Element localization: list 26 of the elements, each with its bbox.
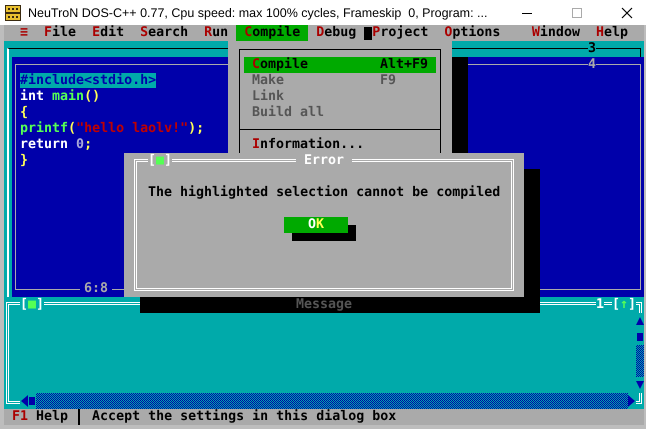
menu-item[interactable]: Debug — [316, 25, 356, 41]
code-line: { — [20, 105, 28, 120]
menu-item[interactable]: File — [44, 25, 76, 41]
close-icon[interactable] — [621, 6, 633, 18]
menu-item[interactable]: Search — [140, 25, 188, 41]
menu-item[interactable]: Help — [596, 25, 628, 41]
code-line: return 0; — [20, 137, 92, 152]
menu-item[interactable]: Project — [372, 25, 428, 41]
menu-item[interactable]: Edit — [92, 25, 124, 41]
status-hint: Accept the settings in this dialog box — [78, 409, 396, 425]
code-line: int main() — [20, 89, 100, 104]
menu-item[interactable]: Information... — [244, 137, 436, 153]
window-title: NeuTroN DOS-C++ 0.77, Cpu speed: max 100% cycles, Frameskip 0, Program: ... — [28, 6, 488, 20]
shortcut-label[interactable]: Help — [36, 409, 68, 425]
menu-item[interactable]: Compile — [236, 25, 308, 41]
scroll-left-arrow-icon[interactable] — [20, 393, 28, 409]
app-icon — [5, 4, 21, 20]
menu-item[interactable]: Run — [204, 25, 228, 41]
cursor-block — [364, 27, 372, 40]
dialog-message: The highlighted selection cannot be compiled — [148, 185, 500, 201]
code-line: printf("hello laolv!"); — [20, 121, 204, 136]
code-line: } — [20, 153, 28, 168]
scroll-right-arrow-icon[interactable] — [628, 393, 636, 409]
menu-item[interactable]: Compile Alt+F9 — [244, 57, 436, 73]
menu-item[interactable]: Window — [532, 25, 580, 41]
menu-item[interactable]: Options — [444, 25, 500, 41]
